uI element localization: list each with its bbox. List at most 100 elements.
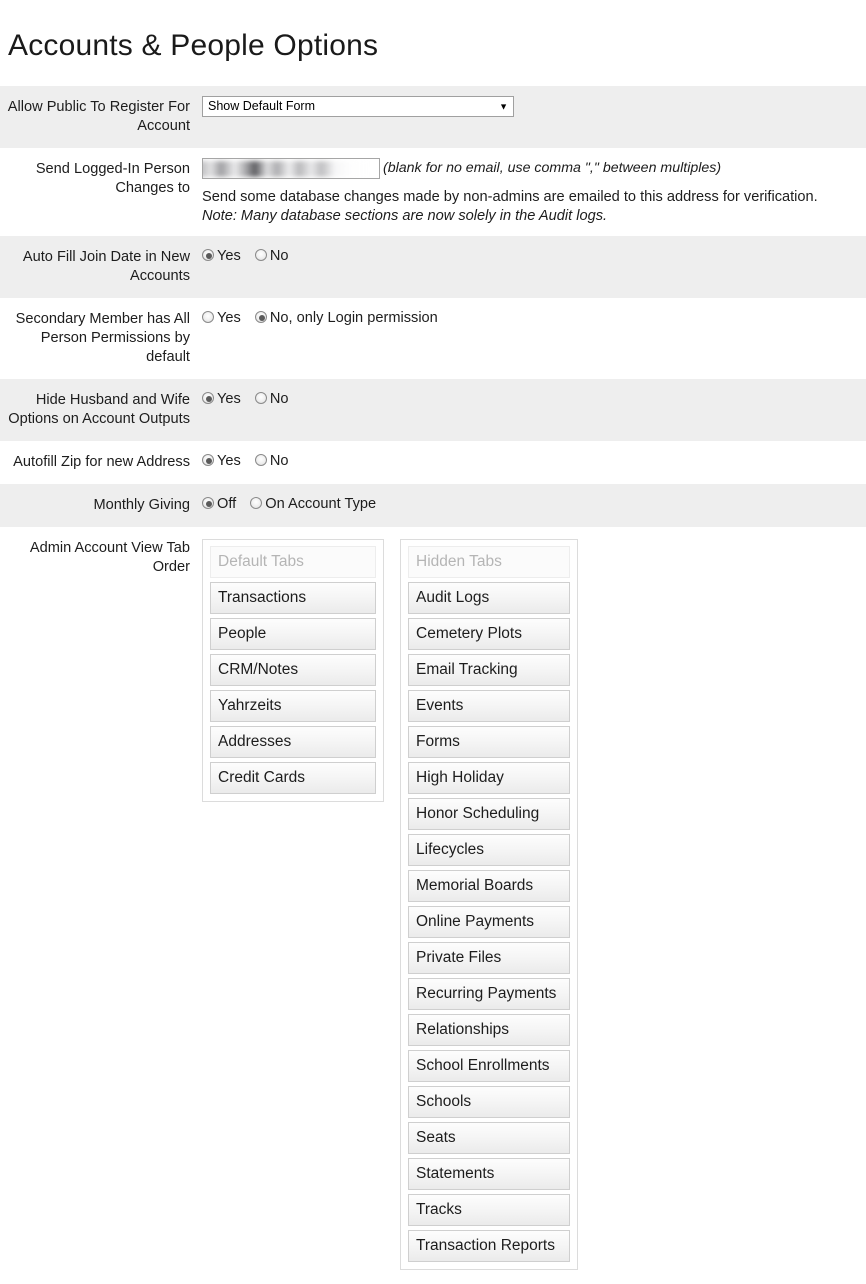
radio-option[interactable]: No — [254, 247, 289, 266]
option-row-auto-fill-join-date: Auto Fill Join Date in New Accounts Yes … — [0, 236, 866, 299]
option-row-admin-account-view-tab-order: Admin Account View Tab Order Default Tab… — [0, 527, 866, 1281]
hidden-tabs-list[interactable]: Hidden Tabs Audit Logs Cemetery Plots Emai… — [400, 539, 578, 1271]
option-row-autofill-zip: Autofill Zip for new Address Yes No — [0, 441, 866, 485]
tab-item[interactable]: Lifecycles — [408, 834, 570, 867]
page-title: Accounts & People Options — [8, 29, 379, 63]
option-row-allow-public-register: Allow Public To Register For Account Sho… — [0, 86, 866, 149]
radio-option[interactable]: On Account Type — [250, 495, 376, 514]
radio-option[interactable]: Yes — [202, 452, 241, 471]
option-row-monthly-giving: Monthly Giving Off On Account Type — [0, 484, 866, 528]
auto-fill-join-date-radio-group: Yes No — [202, 246, 299, 266]
radio-icon — [254, 311, 267, 324]
option-label: Autofill Zip for new Address — [13, 454, 190, 471]
radio-option-label: On Account Type — [265, 496, 377, 513]
option-row-hide-husband-wife: Hide Husband and Wife Options on Account… — [0, 379, 866, 442]
option-label: Send Logged-In Person Changes to — [35, 161, 190, 197]
option-label: Hide Husband and Wife Options on Account… — [8, 392, 190, 428]
autofill-zip-radio-group: Yes No — [202, 451, 299, 471]
option-label: Auto Fill Join Date in New Accounts — [22, 249, 190, 285]
option-value: Yes No — [196, 236, 866, 298]
option-label: Monthly Giving — [93, 497, 190, 514]
radio-icon — [202, 497, 214, 510]
radio-option[interactable]: Yes — [202, 309, 241, 328]
tab-item[interactable]: Email Tracking — [408, 654, 570, 687]
option-value: Yes No — [196, 441, 866, 484]
radio-option-label: No — [269, 391, 289, 408]
option-value: (blank for no email, use comma "," betwe… — [196, 148, 866, 236]
option-value: Off On Account Type — [196, 484, 866, 527]
secondary-member-permissions-radio-group: Yes No, only Login permission — [202, 308, 448, 328]
monthly-giving-radio-group: Off On Account Type — [202, 494, 386, 514]
tab-item[interactable]: Relationships — [408, 1014, 570, 1047]
tab-item[interactable]: Events — [408, 690, 570, 723]
radio-option-label: Yes — [217, 453, 241, 470]
tab-item[interactable]: Credit Cards — [210, 762, 376, 795]
tab-item[interactable]: Forms — [408, 726, 570, 759]
tab-item[interactable]: CRM/Notes — [210, 654, 376, 687]
radio-icon — [202, 454, 214, 467]
radio-icon — [202, 311, 214, 324]
option-value: Show Default Form ▼ — [196, 86, 866, 148]
tab-item[interactable]: Recurring Payments — [408, 978, 570, 1011]
radio-icon — [250, 497, 263, 510]
tab-item[interactable]: Addresses — [210, 726, 376, 759]
email-field-wrap — [202, 158, 380, 180]
option-value: Default Tabs Transactions People CRM/Notes… — [196, 527, 866, 1280]
options-table: Allow Public To Register For Account Sho… — [0, 86, 866, 1281]
option-value: Yes No — [196, 379, 866, 441]
tab-item[interactable]: Honor Scheduling — [408, 798, 570, 831]
option-label: Admin Account View Tab Order — [29, 540, 190, 576]
radio-option-label: No — [269, 248, 289, 265]
tab-item[interactable]: Transaction Reports — [408, 1230, 570, 1263]
radio-option-label: No — [269, 453, 289, 470]
tab-item[interactable]: School Enrollments — [408, 1050, 570, 1083]
radio-option[interactable]: Yes — [202, 247, 241, 266]
radio-option-label: Yes — [217, 391, 241, 408]
radio-option[interactable]: No — [254, 390, 289, 409]
option-description: Send some database changes made by non-a… — [202, 188, 862, 226]
option-value: Yes No, only Login permission — [196, 298, 866, 379]
radio-option-label: Yes — [217, 310, 241, 327]
radio-icon — [202, 392, 214, 405]
tab-item[interactable]: Cemetery Plots — [408, 618, 570, 651]
option-row-send-logged-in-changes: Send Logged-In Person Changes to (blank … — [0, 148, 866, 237]
tab-item[interactable]: High Holiday — [408, 762, 570, 795]
tab-order-columns: Default Tabs Transactions People CRM/Notes… — [202, 537, 862, 1271]
tab-item[interactable]: Seats — [408, 1122, 570, 1155]
hide-husband-wife-radio-group: Yes No — [202, 389, 299, 409]
tab-item[interactable]: Private Files — [408, 942, 570, 975]
radio-icon — [254, 392, 267, 405]
tab-item[interactable]: Transactions — [210, 582, 376, 615]
tab-item[interactable]: Tracks — [408, 1194, 570, 1227]
hidden-tabs-header: Hidden Tabs — [408, 546, 570, 579]
register-form-select[interactable]: Show Default Form ▼ — [202, 96, 514, 118]
default-tabs-header: Default Tabs — [210, 546, 376, 579]
hidden-tabs-items: Audit Logs Cemetery Plots Email Tracking Ev… — [408, 582, 570, 1263]
radio-option[interactable]: Off — [202, 495, 236, 514]
option-row-secondary-member-permissions: Secondary Member has All Person Permissi… — [0, 298, 866, 380]
radio-option-label: No, only Login permission — [269, 310, 438, 327]
tab-item[interactable]: Yahrzeits — [210, 690, 376, 723]
radio-option[interactable]: No, only Login permission — [254, 309, 438, 328]
tab-item[interactable]: People — [210, 618, 376, 651]
option-label: Allow Public To Register For Account — [7, 99, 190, 135]
default-tabs-list[interactable]: Default Tabs Transactions People CRM/Notes… — [202, 539, 384, 803]
option-description-note: Note: Many database sections are now sol… — [202, 208, 608, 225]
tab-item[interactable]: Audit Logs — [408, 582, 570, 615]
option-label: Secondary Member has All Person Permissi… — [15, 311, 190, 366]
radio-option[interactable]: No — [254, 452, 289, 471]
radio-option[interactable]: Yes — [202, 390, 241, 409]
tab-item[interactable]: Statements — [408, 1158, 570, 1191]
register-form-select-value: Show Default Form — [208, 99, 315, 114]
tab-item[interactable]: Online Payments — [408, 906, 570, 939]
radio-icon — [254, 249, 267, 262]
radio-option-label: Yes — [217, 248, 241, 265]
radio-option-label: Off — [217, 496, 237, 513]
notification-email-input[interactable] — [202, 158, 380, 180]
options-table-body: Allow Public To Register For Account Sho… — [0, 86, 866, 1281]
tab-item[interactable]: Memorial Boards — [408, 870, 570, 903]
radio-icon — [254, 454, 267, 467]
redacted-email-value — [203, 161, 369, 178]
chevron-down-icon: ▼ — [499, 101, 508, 112]
tab-item[interactable]: Schools — [408, 1086, 570, 1119]
